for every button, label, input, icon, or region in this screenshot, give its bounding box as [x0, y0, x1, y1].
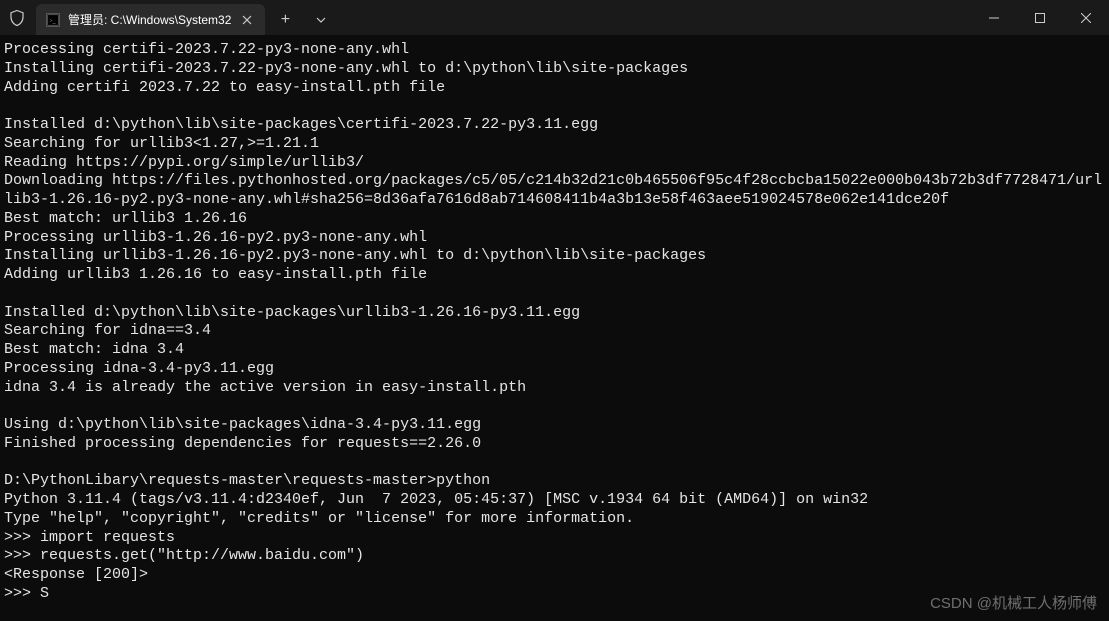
terminal-line: idna 3.4 is already the active version i…: [4, 379, 1105, 398]
terminal-line: Installed d:\python\lib\site-packages\ce…: [4, 116, 1105, 135]
terminal-line: Adding urllib3 1.26.16 to easy-install.p…: [4, 266, 1105, 285]
terminal-line: Reading https://pypi.org/simple/urllib3/: [4, 154, 1105, 173]
titlebar-drag-area[interactable]: [337, 0, 971, 35]
new-tab-button[interactable]: +: [269, 11, 301, 29]
terminal-line: [4, 454, 1105, 473]
terminal-line: <Response [200]>: [4, 566, 1105, 585]
tab-dropdown-button[interactable]: [305, 17, 337, 23]
terminal-line: Adding certifi 2023.7.22 to easy-install…: [4, 79, 1105, 98]
watermark: CSDN @机械工人杨师傅: [930, 592, 1097, 613]
terminal-line: Processing idna-3.4-py3.11.egg: [4, 360, 1105, 379]
terminal-line: Installing certifi-2023.7.22-py3-none-an…: [4, 60, 1105, 79]
terminal-line: [4, 285, 1105, 304]
terminal-line: Type "help", "copyright", "credits" or "…: [4, 510, 1105, 529]
terminal-icon: >_: [46, 13, 60, 27]
tab-active[interactable]: >_ 管理员: C:\Windows\System32: [36, 4, 265, 35]
terminal-line: >>> requests.get("http://www.baidu.com"): [4, 547, 1105, 566]
terminal-line: >>> import requests: [4, 529, 1105, 548]
svg-text:>_: >_: [49, 18, 56, 24]
terminal-line: Using d:\python\lib\site-packages\idna-3…: [4, 416, 1105, 435]
terminal-line: Installed d:\python\lib\site-packages\ur…: [4, 304, 1105, 323]
terminal-line: Best match: urllib3 1.26.16: [4, 210, 1105, 229]
terminal-line: [4, 397, 1105, 416]
tab-close-button[interactable]: [239, 12, 255, 28]
maximize-button[interactable]: [1017, 0, 1063, 35]
terminal-line: Downloading https://files.pythonhosted.o…: [4, 172, 1105, 210]
minimize-button[interactable]: [971, 0, 1017, 35]
terminal-line: Processing certifi-2023.7.22-py3-none-an…: [4, 41, 1105, 60]
terminal-line: D:\PythonLibary\requests-master\requests…: [4, 472, 1105, 491]
close-button[interactable]: [1063, 0, 1109, 35]
shield-icon: [8, 9, 26, 27]
tab-title: 管理员: C:\Windows\System32: [68, 11, 231, 28]
terminal-line: Finished processing dependencies for req…: [4, 435, 1105, 454]
titlebar-left: >_ 管理员: C:\Windows\System32 +: [0, 0, 337, 35]
terminal-line: Best match: idna 3.4: [4, 341, 1105, 360]
titlebar: >_ 管理员: C:\Windows\System32 +: [0, 0, 1109, 35]
terminal-line: Installing urllib3-1.26.16-py2.py3-none-…: [4, 247, 1105, 266]
terminal-line: Python 3.11.4 (tags/v3.11.4:d2340ef, Jun…: [4, 491, 1105, 510]
terminal-line: Searching for idna==3.4: [4, 322, 1105, 341]
terminal-output[interactable]: Processing certifi-2023.7.22-py3-none-an…: [0, 35, 1109, 608]
terminal-line: Searching for urllib3<1.27,>=1.21.1: [4, 135, 1105, 154]
terminal-line: Processing urllib3-1.26.16-py2.py3-none-…: [4, 229, 1105, 248]
terminal-line: [4, 97, 1105, 116]
window-controls: [971, 0, 1109, 35]
